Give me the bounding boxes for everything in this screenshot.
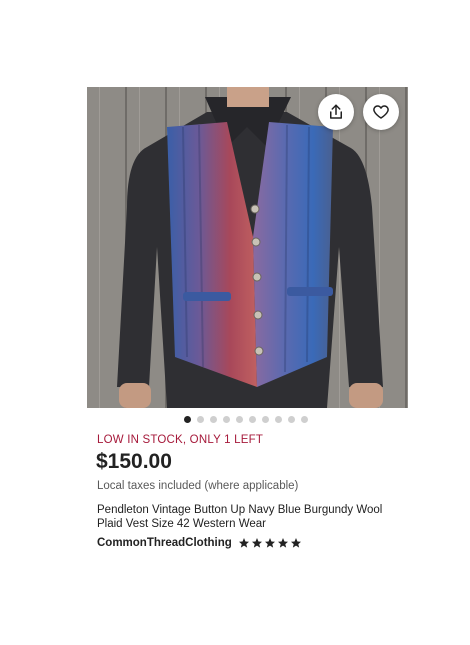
carousel-dot[interactable] [236,416,243,423]
carousel-dot[interactable] [210,416,217,423]
carousel-dot[interactable] [275,416,282,423]
price: $150.00 [96,450,172,473]
share-icon [330,104,342,119]
carousel-dot[interactable] [288,416,295,423]
heart-icon [373,105,389,119]
tax-note: Local taxes included (where applicable) [97,480,299,492]
star-icon [264,538,275,548]
carousel-dot[interactable] [223,416,230,423]
listing-title: Pendleton Vintage Button Up Navy Blue Bu… [97,504,383,530]
product-image[interactable] [87,87,408,408]
carousel-dot[interactable] [262,416,269,423]
carousel-dots [184,416,308,423]
carousel-dot[interactable] [249,416,256,423]
carousel-dot[interactable] [301,416,308,423]
star-icon [251,538,262,548]
favorite-button[interactable] [363,94,399,130]
star-icon [277,538,288,548]
star-icon [290,538,301,548]
stock-notice: LOW IN STOCK, ONLY 1 LEFT [97,434,264,446]
carousel-dot[interactable] [197,416,204,423]
rating-stars[interactable] [238,537,302,549]
carousel-dot[interactable] [184,416,191,423]
star-icon [238,538,249,548]
shop-name-link[interactable]: CommonThreadClothing [97,537,232,549]
share-button[interactable] [318,94,354,130]
shop-row: CommonThreadClothing [97,537,302,549]
